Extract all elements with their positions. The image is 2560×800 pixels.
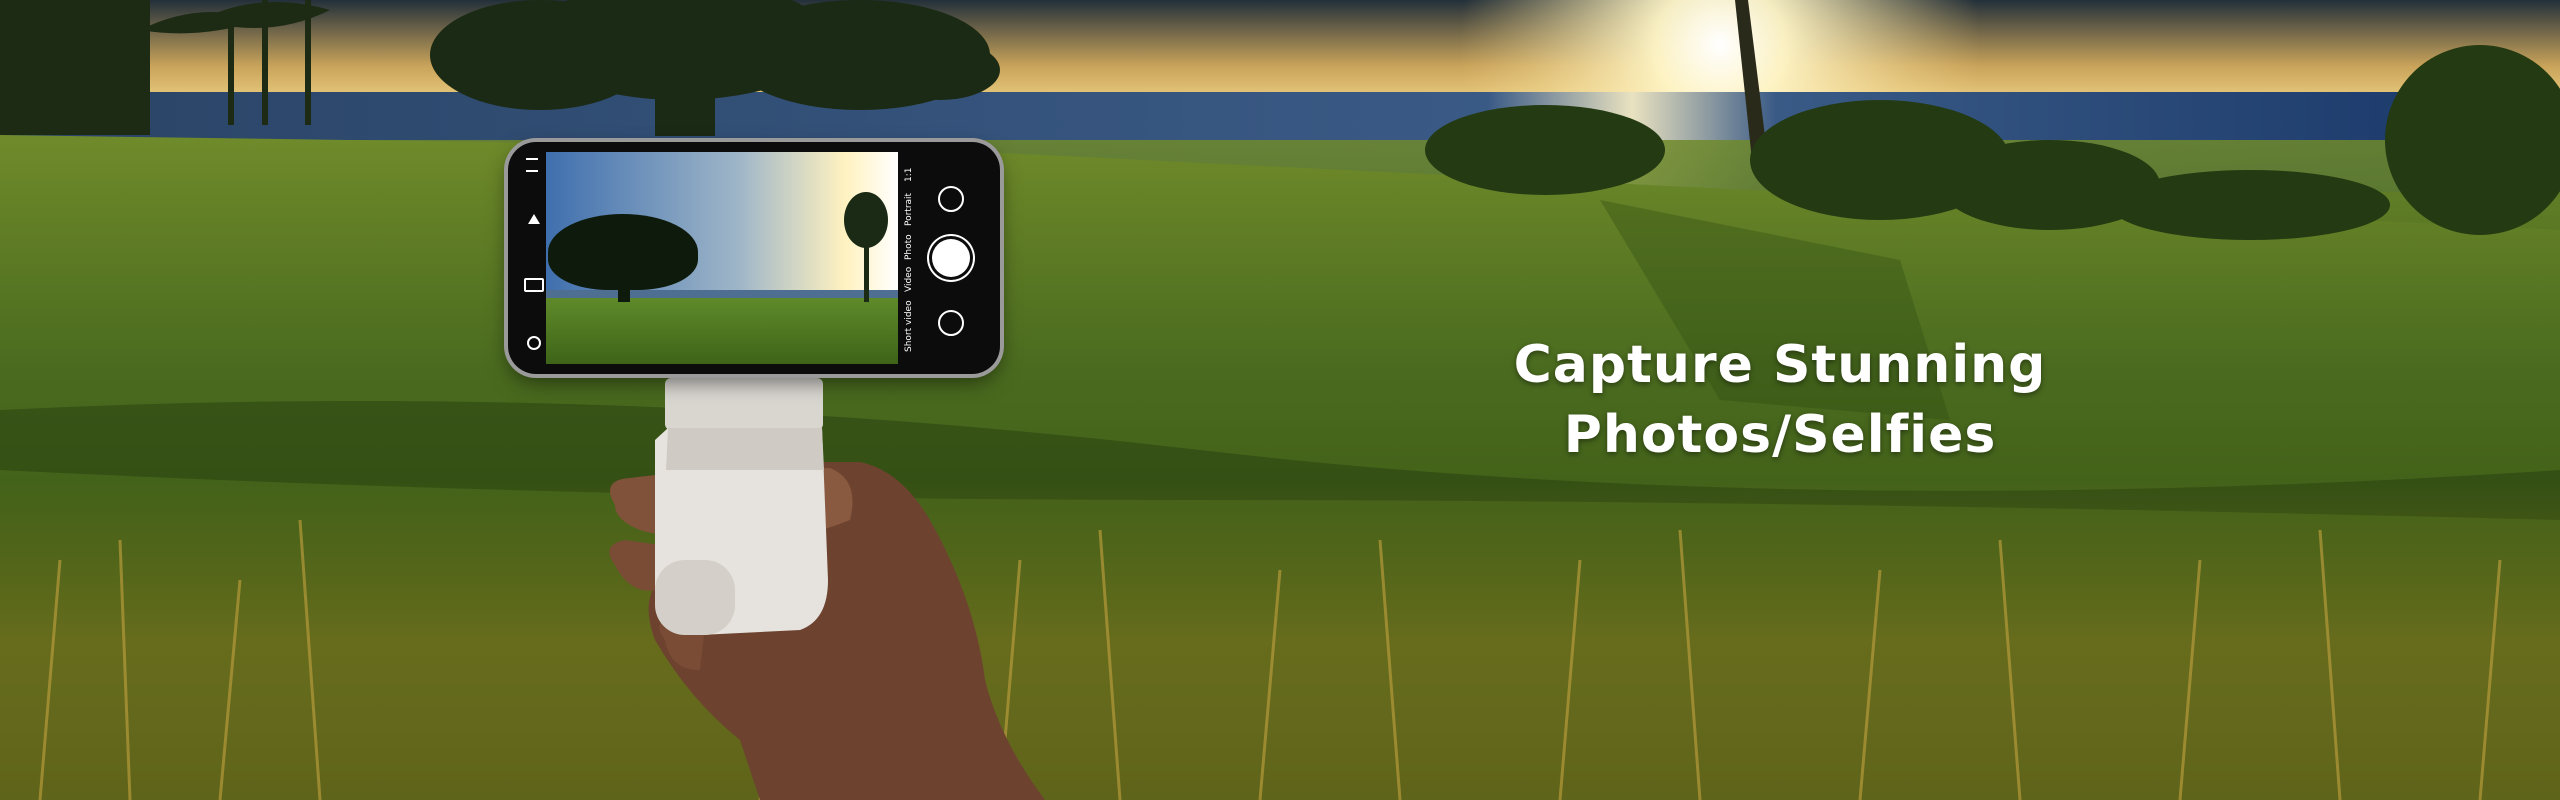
timer-icon[interactable] [527, 336, 541, 350]
menu-icon[interactable] [526, 158, 538, 172]
mode-video[interactable]: Video [904, 267, 914, 292]
mode-short-video[interactable]: Short video [904, 300, 914, 352]
headline-line-1: Capture Stunning [1513, 335, 2047, 395]
gallery-icon[interactable] [938, 310, 964, 336]
viewfinder [546, 152, 898, 364]
flash-icon[interactable] [528, 214, 540, 224]
hero-banner: Short video Video Photo Portrait 1:1 Cap… [0, 0, 2560, 800]
flip-camera-icon[interactable] [938, 186, 964, 212]
hdr-icon[interactable] [524, 278, 544, 292]
landscape-background [0, 0, 2560, 800]
mode-portrait[interactable]: Portrait [904, 193, 914, 226]
smartphone: Short video Video Photo Portrait 1:1 [508, 142, 1000, 374]
phone-grip [655, 378, 828, 635]
mode-photo[interactable]: Photo [904, 234, 914, 260]
headline-line-2: Photos/Selfies [1563, 405, 1997, 465]
aspect-ratio[interactable]: 1:1 [904, 168, 914, 182]
headline: Capture Stunning Photos/Selfies [1480, 330, 2080, 470]
shutter-button-icon[interactable] [932, 239, 970, 277]
viewfinder-tree [548, 214, 698, 290]
